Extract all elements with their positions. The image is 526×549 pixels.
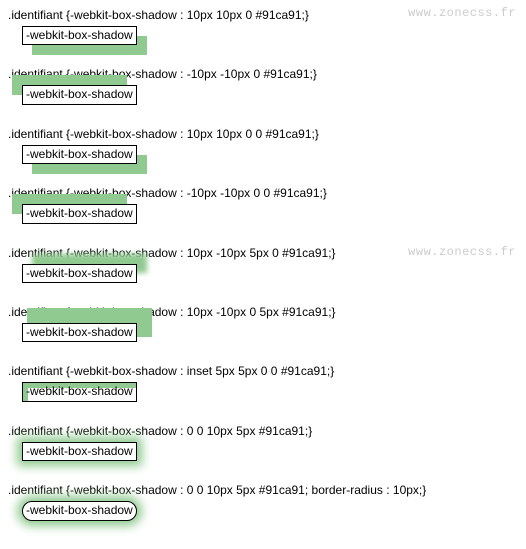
css-code-line: .identifiant {-webkit-box-shadow : 0 0 1…: [8, 424, 518, 438]
example-entry: .identifiant {-webkit-box-shadow : 10px …: [8, 305, 518, 342]
demo-box: -webkit-box-shadow: [22, 204, 137, 223]
demo-box: -webkit-box-shadow: [22, 501, 137, 520]
css-code-line: .identifiant {-webkit-box-shadow : 10px …: [8, 305, 518, 319]
demo-wrapper: -webkit-box-shadow: [8, 501, 518, 520]
example-entry: .identifiant {-webkit-box-shadow : inset…: [8, 364, 518, 401]
css-code-line: .identifiant {-webkit-box-shadow : 10px …: [8, 127, 518, 141]
css-code-line: .identifiant {-webkit-box-shadow : -10px…: [8, 67, 518, 81]
css-code-line: .identifiant {-webkit-box-shadow : 10px …: [8, 246, 518, 260]
demo-wrapper: -webkit-box-shadow: [8, 26, 518, 45]
css-code-line: .identifiant {-webkit-box-shadow : inset…: [8, 364, 518, 378]
demo-wrapper: -webkit-box-shadow: [8, 442, 518, 461]
demo-wrapper: -webkit-box-shadow: [8, 85, 518, 104]
demo-box: -webkit-box-shadow: [22, 145, 137, 164]
demo-wrapper: -webkit-box-shadow: [8, 204, 518, 223]
demo-box: -webkit-box-shadow: [22, 382, 137, 401]
demo-wrapper: -webkit-box-shadow: [8, 264, 518, 283]
css-code-line: .identifiant {-webkit-box-shadow : -10px…: [8, 186, 518, 200]
demo-box: -webkit-box-shadow: [22, 264, 137, 283]
example-entry: .identifiant {-webkit-box-shadow : 10px …: [8, 127, 518, 164]
demo-wrapper: -webkit-box-shadow: [8, 323, 518, 342]
demo-wrapper: -webkit-box-shadow: [8, 382, 518, 401]
demo-box: -webkit-box-shadow: [22, 442, 137, 461]
demo-box: -webkit-box-shadow: [22, 26, 137, 45]
example-entry: .identifiant {-webkit-box-shadow : 10px …: [8, 246, 518, 283]
css-code-line: .identifiant {-webkit-box-shadow : 10px …: [8, 8, 518, 22]
demo-box: -webkit-box-shadow: [22, 85, 137, 104]
css-code-line: .identifiant {-webkit-box-shadow : 0 0 1…: [8, 483, 518, 497]
example-entry: .identifiant {-webkit-box-shadow : -10px…: [8, 186, 518, 223]
demo-wrapper: -webkit-box-shadow: [8, 145, 518, 164]
demo-box: -webkit-box-shadow: [22, 323, 137, 342]
example-entry: .identifiant {-webkit-box-shadow : 0 0 1…: [8, 483, 518, 520]
example-entry: .identifiant {-webkit-box-shadow : 0 0 1…: [8, 424, 518, 461]
example-entry: .identifiant {-webkit-box-shadow : 10px …: [8, 8, 518, 45]
example-entry: .identifiant {-webkit-box-shadow : -10px…: [8, 67, 518, 104]
